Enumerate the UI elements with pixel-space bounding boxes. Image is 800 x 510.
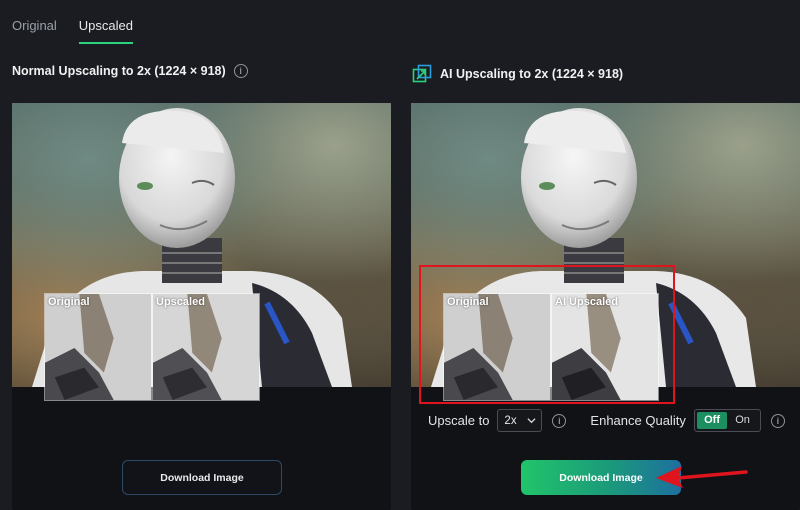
upscaled-crop-image: [153, 294, 259, 400]
download-ai-button[interactable]: Download Image: [521, 460, 681, 495]
normal-upscaling-title-row: Normal Upscaling to 2x (1224 × 918) i: [12, 64, 248, 78]
upscaled-crop: Upscaled: [152, 293, 260, 401]
info-icon[interactable]: i: [552, 413, 567, 428]
crop-label-original: Original: [48, 296, 90, 308]
crop-label-original: Original: [447, 296, 489, 308]
upscale-to-label: Upscale to: [428, 413, 490, 428]
info-icon[interactable]: i: [770, 413, 785, 428]
crop-label-ai-upscaled: AI Upscaled: [555, 296, 618, 308]
enhance-quality-toggle[interactable]: Off On: [693, 409, 761, 432]
crop-label-upscaled: Upscaled: [156, 296, 205, 308]
upscale-factor-select[interactable]: 2x: [497, 409, 543, 432]
toggle-on-option[interactable]: On: [727, 412, 758, 429]
ai-upscaling-title-row: AI Upscaling to 2x (1224 × 918): [412, 64, 623, 84]
info-icon[interactable]: i: [233, 64, 248, 78]
chevron-down-icon: [527, 418, 536, 424]
toggle-off-option[interactable]: Off: [696, 412, 728, 429]
normal-upscaling-title: Normal Upscaling to 2x (1224 × 918): [12, 64, 226, 78]
download-normal-button[interactable]: Download Image: [122, 460, 282, 495]
upscale-factor-value: 2x: [504, 414, 517, 427]
original-crop: Original: [44, 293, 152, 401]
normal-upscaling-panel: Original Upscaled Download Image: [12, 103, 391, 510]
ai-upscaling-title: AI Upscaling to 2x (1224 × 918): [440, 67, 624, 81]
view-tabs: Original Upscaled: [12, 18, 133, 44]
ai-upscaling-panel: Original AI Upscaled Upscale to 2x i Enh…: [411, 103, 800, 510]
enhance-quality-label: Enhance Quality: [590, 413, 686, 428]
ai-upscaled-crop: AI Upscaled: [551, 293, 659, 401]
tab-upscaled[interactable]: Upscaled: [78, 18, 133, 44]
original-crop: Original: [443, 293, 551, 401]
original-crop-image: [45, 294, 151, 400]
tab-original[interactable]: Original: [12, 18, 57, 44]
ai-upscale-icon: [412, 64, 432, 83]
upscale-controls: Upscale to 2x i Enhance Quality Off On i: [428, 409, 785, 432]
ai-upscaled-crop-image: [552, 294, 658, 400]
original-crop-image: [444, 294, 550, 400]
